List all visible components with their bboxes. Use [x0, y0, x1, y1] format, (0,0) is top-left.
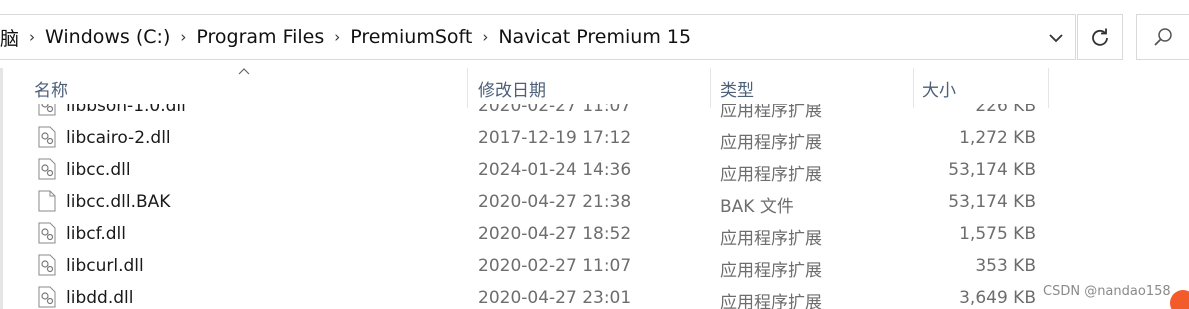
- breadcrumb-item-navicat[interactable]: Navicat Premium 15: [498, 26, 691, 48]
- dll-file-icon: [38, 126, 56, 148]
- column-divider[interactable]: [467, 68, 468, 108]
- file-type: 应用程序扩展: [720, 133, 822, 153]
- list-item[interactable]: libcc.dll.BAK 2020-04-27 21:38 BAK 文件 53…: [0, 186, 1189, 218]
- file-name: libcurl.dll: [66, 256, 144, 276]
- file-name: libcairo-2.dll: [66, 128, 171, 148]
- breadcrumb-item-premiumsoft[interactable]: PremiumSoft: [350, 26, 472, 48]
- file-type: BAK 文件: [720, 197, 794, 217]
- chevron-down-icon: [1049, 34, 1063, 43]
- file-list[interactable]: libbson-1.0.dll 2020-02-27 11:07 应用程序扩展 …: [0, 96, 1189, 309]
- file-explorer-window: 脑 › Windows (C:) › Program Files › Premi…: [0, 0, 1189, 309]
- breadcrumb-separator-icon[interactable]: ›: [472, 28, 498, 46]
- file-type: 应用程序扩展: [720, 293, 822, 309]
- blank-file-icon: [38, 190, 56, 212]
- breadcrumb-item-program-files[interactable]: Program Files: [196, 26, 324, 48]
- file-size: 1,575 KB: [959, 224, 1036, 244]
- file-size: 53,174 KB: [948, 160, 1036, 180]
- file-date: 2020-02-27 11:07: [478, 256, 632, 276]
- list-item[interactable]: libcurl.dll 2020-02-27 11:07 应用程序扩展 353 …: [0, 250, 1189, 282]
- file-date: 2020-04-27 21:38: [478, 192, 632, 212]
- column-header-size[interactable]: 大小: [914, 68, 1048, 108]
- dll-file-icon: [38, 222, 56, 244]
- file-date: 2017-12-19 17:12: [478, 128, 632, 148]
- file-date: 2024-01-24 14:36: [478, 160, 632, 180]
- file-name: libcc.dll.BAK: [66, 192, 171, 212]
- dll-file-icon: [38, 158, 56, 180]
- breadcrumb-separator-icon[interactable]: ›: [19, 28, 45, 46]
- watermark: CSDN @nandao158: [1043, 284, 1171, 299]
- csdn-logo-icon: [1170, 290, 1189, 309]
- file-type: 应用程序扩展: [720, 165, 822, 185]
- search-input[interactable]: [1136, 14, 1189, 60]
- breadcrumb-item-drive[interactable]: Windows (C:): [45, 26, 170, 48]
- file-date: 2020-04-27 18:52: [478, 224, 632, 244]
- column-divider[interactable]: [710, 68, 711, 108]
- search-icon: [1154, 28, 1172, 46]
- breadcrumb-separator-icon[interactable]: ›: [324, 28, 350, 46]
- breadcrumb: 脑 › Windows (C:) › Program Files › Premi…: [0, 15, 691, 59]
- list-item[interactable]: libcc.dll 2024-01-24 14:36 应用程序扩展 53,174…: [0, 154, 1189, 186]
- list-item[interactable]: libcf.dll 2020-04-27 18:52 应用程序扩展 1,575 …: [0, 218, 1189, 250]
- breadcrumb-separator-icon[interactable]: ›: [170, 28, 196, 46]
- file-name: libdd.dll: [66, 288, 134, 308]
- refresh-icon: [1092, 28, 1108, 46]
- column-header-name[interactable]: 名称: [26, 68, 467, 108]
- file-size: 3,649 KB: [959, 288, 1036, 308]
- address-bar[interactable]: 脑 › Windows (C:) › Program Files › Premi…: [0, 14, 1076, 60]
- address-history-dropdown[interactable]: [1045, 27, 1067, 49]
- file-size: 353 KB: [975, 256, 1036, 276]
- refresh-button[interactable]: [1077, 14, 1123, 60]
- dll-file-icon: [38, 254, 56, 276]
- navigation-pane-edge[interactable]: [0, 68, 3, 309]
- file-size: 53,174 KB: [948, 192, 1036, 212]
- dll-file-icon: [38, 286, 56, 308]
- file-size: 1,272 KB: [959, 128, 1036, 148]
- file-date: 2020-04-27 23:01: [478, 288, 632, 308]
- file-type: 应用程序扩展: [720, 229, 822, 249]
- breadcrumb-item-computer[interactable]: 脑: [0, 24, 19, 51]
- column-header-date[interactable]: 修改日期: [470, 68, 710, 108]
- list-item[interactable]: libdd.dll 2020-04-27 23:01 应用程序扩展 3,649 …: [0, 282, 1189, 309]
- column-header-type[interactable]: 类型: [712, 68, 912, 108]
- file-name: libcc.dll: [66, 160, 131, 180]
- file-name: libcf.dll: [66, 224, 126, 244]
- list-item[interactable]: libcairo-2.dll 2017-12-19 17:12 应用程序扩展 1…: [0, 122, 1189, 154]
- column-divider[interactable]: [1048, 68, 1049, 108]
- file-type: 应用程序扩展: [720, 261, 822, 281]
